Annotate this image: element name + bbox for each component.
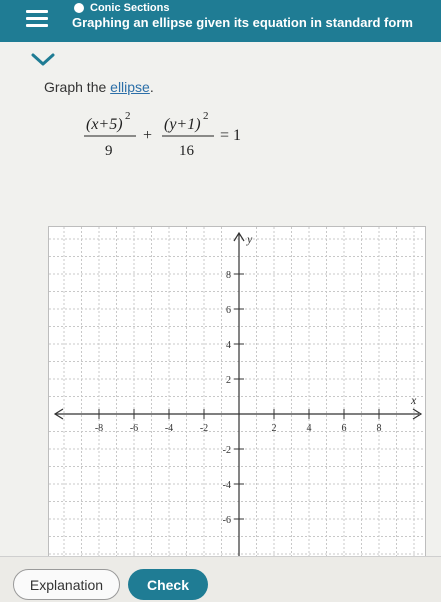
ellipse-equation: (x+5) 2 9 + (y+1) 2 16 = 1 [84, 110, 241, 159]
x-tick-label: -4 [165, 423, 173, 434]
y-tick-label: 8 [226, 270, 231, 281]
plus-sign: + [143, 127, 152, 144]
term2-numerator: (y+1) [164, 116, 201, 133]
x-tick-label: 2 [272, 423, 277, 434]
problem-prompt: Graph the ellipse. [44, 79, 154, 95]
term1-numerator: (x+5) [86, 116, 123, 133]
y-tick-label: -6 [223, 515, 231, 526]
prompt-period: . [149, 79, 154, 95]
term2-exponent: 2 [203, 110, 209, 122]
y-tick-label: 6 [226, 305, 231, 316]
term1-exponent: 2 [125, 110, 131, 122]
coordinate-plane[interactable]: x y -8 -6 -4 -2 2 4 6 8 8 6 4 2 -2 -4 -6 [49, 227, 425, 557]
equals-one: = 1 [220, 127, 241, 144]
y-tick-label: 2 [226, 375, 231, 386]
prompt-text: Graph the [44, 79, 111, 95]
check-button[interactable]: Check [128, 569, 208, 600]
section-title: Conic Sections [90, 2, 170, 14]
y-tick-label: 4 [226, 340, 231, 351]
top-bar: Conic Sections Graphing an ellipse given… [0, 0, 441, 42]
menu-icon[interactable] [26, 10, 48, 28]
topic-title: Graphing an ellipse given its equation i… [72, 15, 413, 30]
ellipse-link[interactable]: ellipse [110, 79, 150, 95]
x-tick-label: -6 [130, 423, 138, 434]
footer-bar: Explanation Check [0, 556, 441, 602]
graph-area[interactable]: x y -8 -6 -4 -2 2 4 6 8 8 6 4 2 -2 -4 -6 [48, 226, 426, 558]
x-axis-label: x [410, 393, 417, 407]
y-tick-label: -2 [223, 445, 231, 456]
x-tick-label: -2 [200, 423, 208, 434]
y-tick-label: -4 [223, 480, 231, 491]
explanation-button[interactable]: Explanation [13, 569, 120, 600]
x-tick-label: 8 [377, 423, 382, 434]
x-tick-label: 4 [307, 423, 312, 434]
x-tick-label: -8 [95, 423, 103, 434]
term1-denominator: 9 [105, 143, 113, 159]
x-tick-label: 6 [342, 423, 347, 434]
chevron-down-icon[interactable] [30, 52, 56, 68]
y-axis-label: y [246, 232, 253, 246]
term2-denominator: 16 [179, 143, 195, 159]
progress-dot-icon [74, 3, 84, 13]
